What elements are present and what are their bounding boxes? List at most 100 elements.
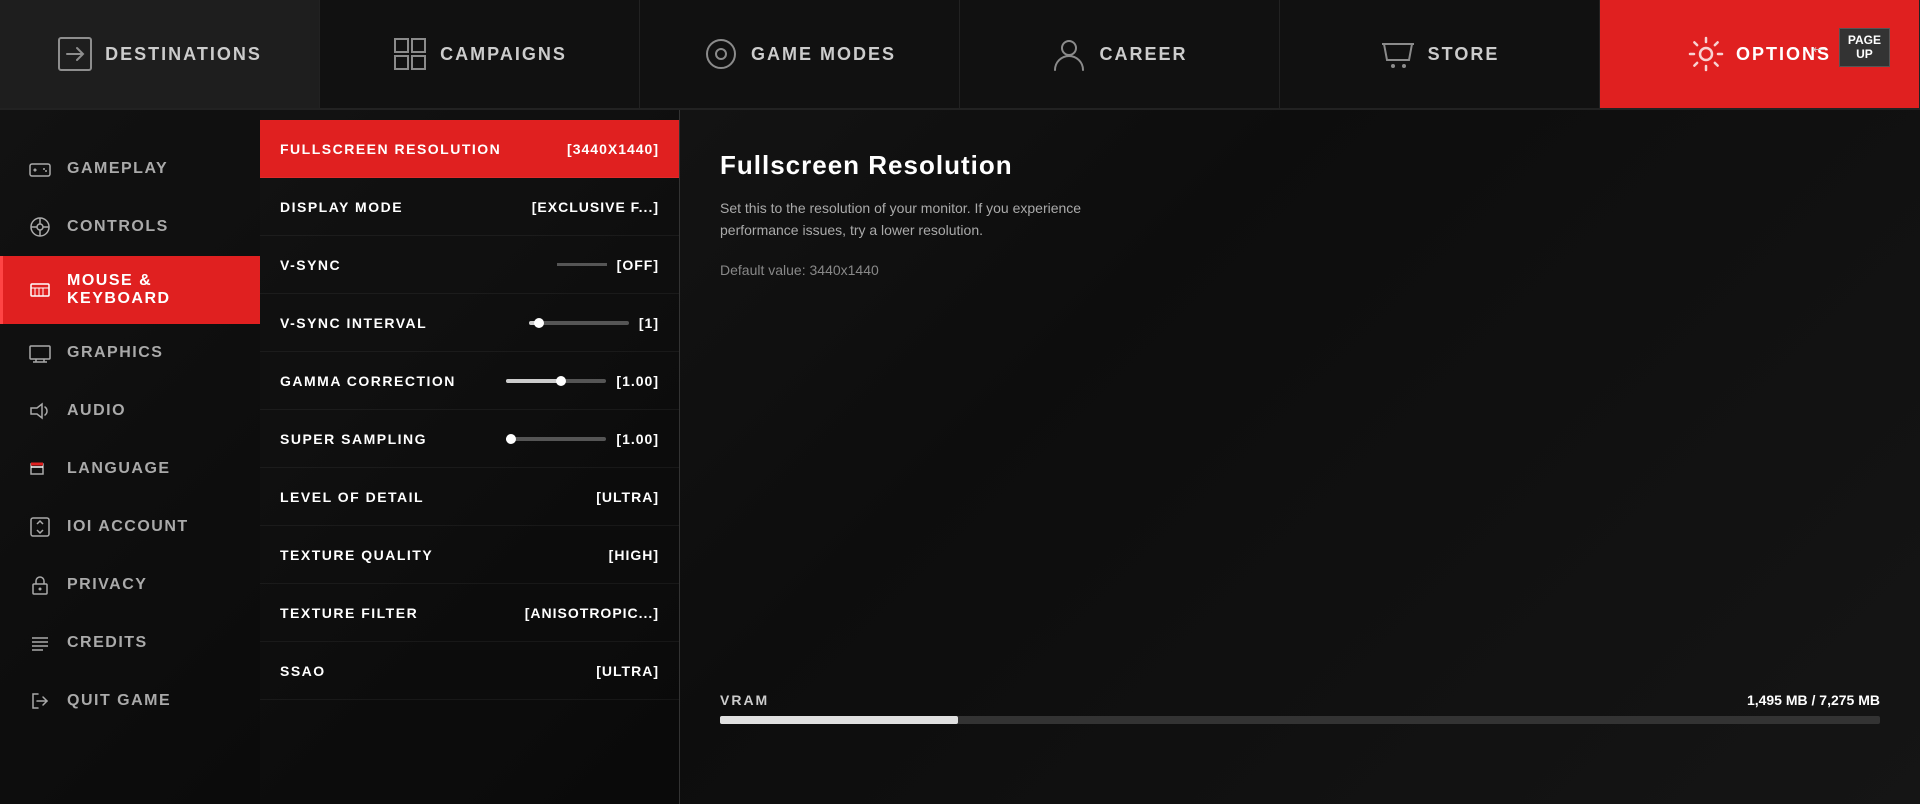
sidebar-item-audio[interactable]: AUDIO xyxy=(0,382,260,440)
super-sampling-track xyxy=(506,437,606,441)
super-sampling-slider: [1.00] xyxy=(506,431,659,447)
sidebar-item-controls[interactable]: CONTROLS xyxy=(0,198,260,256)
destinations-icon xyxy=(57,36,93,72)
texture-filter-label: TEXTURE FILTER xyxy=(280,605,418,621)
gameplay-label: GAMEPLAY xyxy=(67,160,168,178)
privacy-icon xyxy=(27,572,53,598)
gamma-correction-fill xyxy=(506,379,561,383)
page-up-button[interactable]: PAGEUP xyxy=(1839,28,1890,67)
controls-icon xyxy=(27,214,53,240)
super-sampling-value: [1.00] xyxy=(616,431,659,447)
campaigns-icon xyxy=(392,36,428,72)
controls-label: CONTROLS xyxy=(67,218,169,236)
fullscreen-resolution-value: [3440X1440] xyxy=(567,141,659,157)
vsync-label: V-SYNC xyxy=(280,257,341,273)
vsync-toggle-container: [OFF] xyxy=(557,257,659,273)
settings-panel: FULLSCREEN RESOLUTION [3440X1440] DISPLA… xyxy=(260,110,680,804)
level-of-detail-value: [ULTRA] xyxy=(596,489,659,505)
store-label: STORE xyxy=(1428,44,1500,65)
nav-item-game-modes[interactable]: GAME MODES xyxy=(640,0,960,108)
texture-filter-value: [ANISOTROPIC...] xyxy=(525,605,659,621)
sidebar-item-quit-game[interactable]: QUIT GAME xyxy=(0,672,260,730)
sidebar-item-graphics[interactable]: GRAPHICS xyxy=(0,324,260,382)
nav-item-career[interactable]: CAREER xyxy=(960,0,1280,108)
ioi-account-icon xyxy=(27,514,53,540)
nav-item-campaigns[interactable]: CAMPAIGNS xyxy=(320,0,640,108)
vram-value: 1,495 MB / 7,275 MB xyxy=(1747,692,1880,708)
quit-game-icon xyxy=(27,688,53,714)
vram-header: VRAM 1,495 MB / 7,275 MB xyxy=(720,692,1880,708)
vram-bar-fill xyxy=(720,716,958,724)
audio-label: AUDIO xyxy=(67,402,126,420)
settings-item-ssao[interactable]: SSAO [ULTRA] xyxy=(260,642,679,700)
game-modes-label: GAME MODES xyxy=(751,44,896,65)
texture-quality-value: [HIGH] xyxy=(609,547,659,563)
language-icon xyxy=(27,456,53,482)
vram-section: VRAM 1,495 MB / 7,275 MB xyxy=(720,692,1880,724)
graphics-label: GRAPHICS xyxy=(67,344,163,362)
info-title: Fullscreen Resolution xyxy=(720,150,1880,181)
info-panel: Fullscreen Resolution Set this to the re… xyxy=(680,110,1920,804)
vram-label: VRAM xyxy=(720,692,769,708)
sidebar-item-privacy[interactable]: PRIVACY xyxy=(0,556,260,614)
vsync-toggle-line xyxy=(557,263,607,266)
store-icon xyxy=(1380,36,1416,72)
quit-game-label: QUIT GAME xyxy=(67,692,171,710)
settings-item-texture-filter[interactable]: TEXTURE FILTER [ANISOTROPIC...] xyxy=(260,584,679,642)
campaigns-label: CAMPAIGNS xyxy=(440,44,567,65)
settings-item-super-sampling[interactable]: SUPER SAMPLING [1.00] xyxy=(260,410,679,468)
settings-item-fullscreen-resolution[interactable]: FULLSCREEN RESOLUTION [3440X1440] xyxy=(260,120,679,178)
vsync-value: [OFF] xyxy=(617,257,659,273)
ioi-account-label: IOI ACCOUNT xyxy=(67,518,189,536)
sidebar-item-language[interactable]: LANGUAGE xyxy=(0,440,260,498)
audio-icon xyxy=(27,398,53,424)
nav-item-destinations[interactable]: DESTINATIONS xyxy=(0,0,320,108)
gameplay-icon xyxy=(27,156,53,182)
gamma-correction-thumb xyxy=(556,376,566,386)
page-up-area: ← PAGEUP xyxy=(1809,28,1890,67)
career-label: CAREER xyxy=(1099,44,1187,65)
gamma-correction-slider: [1.00] xyxy=(506,373,659,389)
credits-label: CREDITS xyxy=(67,634,148,652)
gamma-correction-label: GAMMA CORRECTION xyxy=(280,373,456,389)
vram-bar-background xyxy=(720,716,1880,724)
settings-item-gamma-correction[interactable]: GAMMA CORRECTION [1.00] xyxy=(260,352,679,410)
level-of-detail-label: LEVEL OF DETAIL xyxy=(280,489,424,505)
arrow-left-icon[interactable]: ← xyxy=(1809,36,1829,59)
settings-item-display-mode[interactable]: DISPLAY MODE [EXCLUSIVE F...] xyxy=(260,178,679,236)
settings-item-vsync-interval[interactable]: V-SYNC INTERVAL [1] xyxy=(260,294,679,352)
sidebar-item-ioi-account[interactable]: IOI ACCOUNT xyxy=(0,498,260,556)
career-icon xyxy=(1051,36,1087,72)
game-modes-icon xyxy=(703,36,739,72)
sidebar: GAMEPLAY CONTROLS xyxy=(0,110,260,804)
vsync-interval-thumb xyxy=(534,318,544,328)
sidebar-item-gameplay[interactable]: GAMEPLAY xyxy=(0,140,260,198)
credits-icon xyxy=(27,630,53,656)
ssao-label: SSAO xyxy=(280,663,326,679)
mouse-keyboard-label: MOUSE & KEYBOARD xyxy=(67,272,236,308)
vsync-interval-track xyxy=(529,321,629,325)
display-mode-value: [EXCLUSIVE F...] xyxy=(532,199,659,215)
nav-item-store[interactable]: STORE xyxy=(1280,0,1600,108)
gamma-correction-value: [1.00] xyxy=(616,373,659,389)
vsync-interval-slider: [1] xyxy=(529,315,659,331)
settings-item-level-of-detail[interactable]: LEVEL OF DETAIL [ULTRA] xyxy=(260,468,679,526)
language-label: LANGUAGE xyxy=(67,460,171,478)
settings-item-texture-quality[interactable]: TEXTURE QUALITY [HIGH] xyxy=(260,526,679,584)
settings-item-vsync[interactable]: V-SYNC [OFF] xyxy=(260,236,679,294)
sidebar-item-mouse-keyboard[interactable]: MOUSE & KEYBOARD xyxy=(0,256,260,324)
main-content: GAMEPLAY CONTROLS xyxy=(0,110,1920,804)
graphics-icon xyxy=(27,340,53,366)
vsync-interval-value: [1] xyxy=(639,315,659,331)
destinations-label: DESTINATIONS xyxy=(105,44,262,65)
fullscreen-resolution-label: FULLSCREEN RESOLUTION xyxy=(280,141,501,157)
ssao-value: [ULTRA] xyxy=(596,663,659,679)
info-description: Set this to the resolution of your monit… xyxy=(720,197,1100,242)
sidebar-item-credits[interactable]: CREDITS xyxy=(0,614,260,672)
display-mode-label: DISPLAY MODE xyxy=(280,199,403,215)
options-icon xyxy=(1688,36,1724,72)
mouse-keyboard-icon xyxy=(27,277,53,303)
privacy-label: PRIVACY xyxy=(67,576,147,594)
super-sampling-label: SUPER SAMPLING xyxy=(280,431,427,447)
gamma-correction-track xyxy=(506,379,606,383)
